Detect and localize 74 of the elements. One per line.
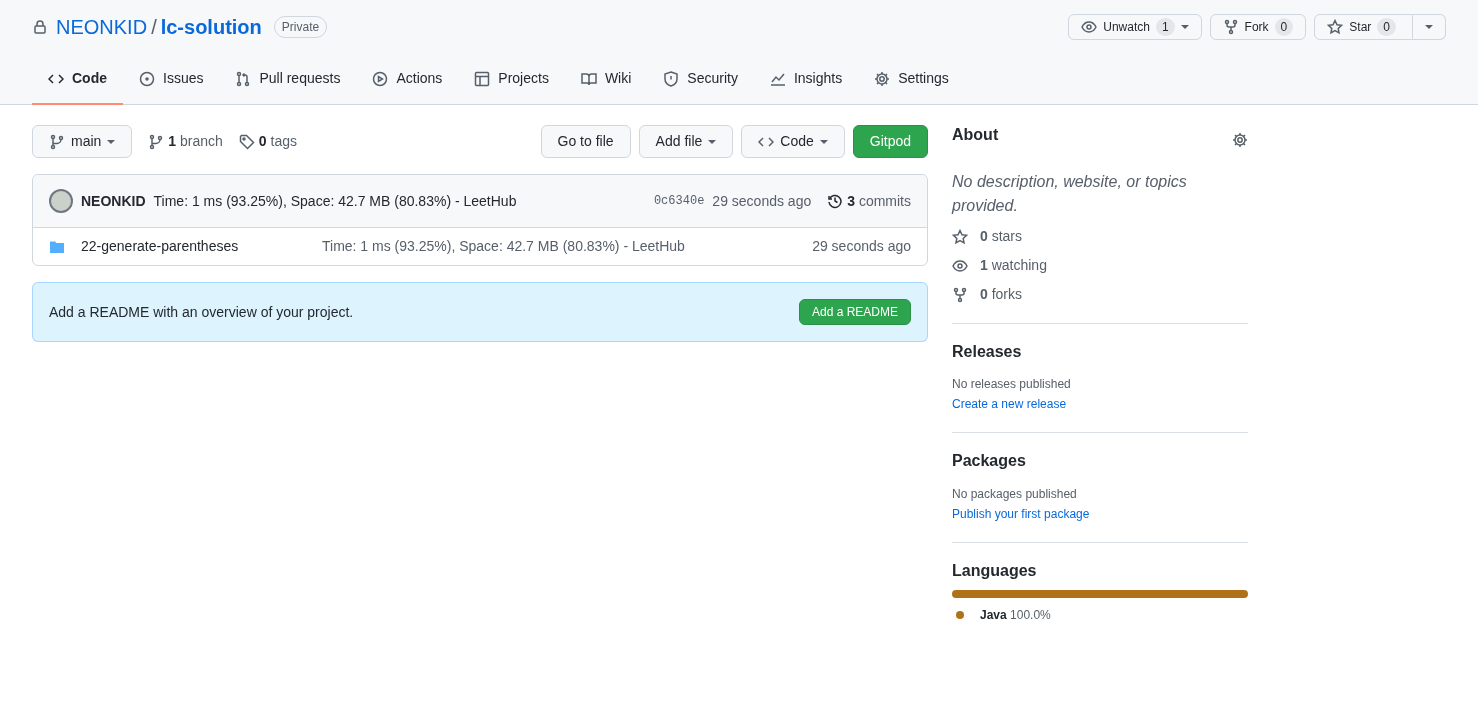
shield-icon [663,70,680,87]
code-button[interactable]: Code [741,125,845,158]
file-commit-message[interactable]: Time: 1 ms (93.25%), Space: 42.7 MB (80.83%) - LeetHub [322,236,685,257]
history-icon [827,193,844,209]
gear-icon [1232,131,1248,148]
caret-icon [1425,25,1433,29]
about-heading: About [952,125,999,145]
counter: 0 [1274,18,1294,36]
branch-select-button[interactable]: main [32,125,133,158]
table-icon [474,70,491,87]
caret-icon [107,139,116,144]
packages-note: No packages published [952,485,1078,503]
repo-name-link[interactable]: lc-solution [160,12,262,42]
file-time: 29 seconds ago [812,237,911,256]
releases-heading: Releases [952,342,1023,362]
eye-icon [1081,19,1098,35]
star-icon [1327,19,1344,35]
releases-note: No releases published [952,376,1072,394]
repo-tab[interactable]: Wiki [564,58,648,105]
star-count-link[interactable]: 0 stars [952,226,1248,248]
repo-tab[interactable]: Actions [356,58,459,105]
repo-tab[interactable]: Pull requests [219,58,357,105]
about-settings-button[interactable] [1232,131,1248,148]
packages-heading: Packages [952,451,1027,471]
lock-icon [32,19,48,35]
repo-tab[interactable]: Projects [458,58,565,105]
go-to-file-button[interactable]: Go to file [540,125,631,158]
repo-tab[interactable]: Insights [753,58,859,105]
star-dropdown-button[interactable] [1413,14,1446,40]
repo-tab[interactable]: Security [647,58,754,105]
readme-notice-text: Add a README with an overview of your project. [49,302,354,322]
releases-link[interactable]: Create a new release [952,395,1067,414]
commits-link[interactable]: 3 commits [827,190,911,212]
commit-message: Time: 1 ms (93.25%), Space: 42.7 MB (80.83%) - LeetHub [153,191,517,211]
owner-link[interactable]: NEONKID [56,12,148,42]
avatar [49,189,73,213]
branches-link[interactable]: 1 branch [148,131,223,152]
branch-icon [148,133,165,150]
eye-icon [952,257,968,274]
about-description: No description, website, or topics provided. [952,172,1188,217]
file-name-link[interactable]: 22-generate-parentheses [81,236,322,257]
gear-icon [874,70,891,87]
path-separator: / [151,15,157,40]
branch-icon [49,133,65,150]
caret-icon [708,139,717,144]
counter: 1 [1155,18,1175,36]
fork-count-link[interactable]: 0 forks [952,284,1248,306]
fork-icon [952,286,968,303]
language-link[interactable]: Java 100.0% [980,605,1051,624]
tags-link[interactable]: 0 tags [238,131,297,152]
watch-button[interactable]: Unwatch 1 [1068,14,1202,40]
star-button[interactable]: Star 0 [1314,14,1413,40]
fork-button[interactable]: Fork 0 [1209,14,1307,40]
commit-time: 29 seconds ago [712,191,812,211]
caret-icon [819,139,828,144]
repo-tab[interactable]: Settings [858,58,965,105]
repo-tab[interactable]: Code [32,58,123,105]
add-file-button[interactable]: Add file [638,125,734,158]
languages-heading: Languages [952,560,1038,580]
packages-link[interactable]: Publish your first package [952,504,1090,523]
caret-icon [1180,25,1189,29]
book-icon [580,70,597,87]
fork-icon [1222,19,1239,35]
commit-sha[interactable]: 0c6340e [653,192,705,210]
star-icon [952,228,968,245]
tag-icon [238,133,255,150]
pull-request-icon [235,70,252,87]
repo-tab[interactable]: Issues [123,58,220,105]
eye-count-link[interactable]: 1 watching [952,255,1248,277]
circle-dot-icon [139,70,155,87]
counter: 0 [1377,18,1396,36]
commit-author-link[interactable]: NEONKID [81,190,146,212]
play-icon [372,70,389,87]
file-row[interactable]: 22-generate-parentheses Time: 1 ms (93.25%), Space: 42.7 MB (80.83%) - LeetHub 29 seconds ago [33,228,927,265]
